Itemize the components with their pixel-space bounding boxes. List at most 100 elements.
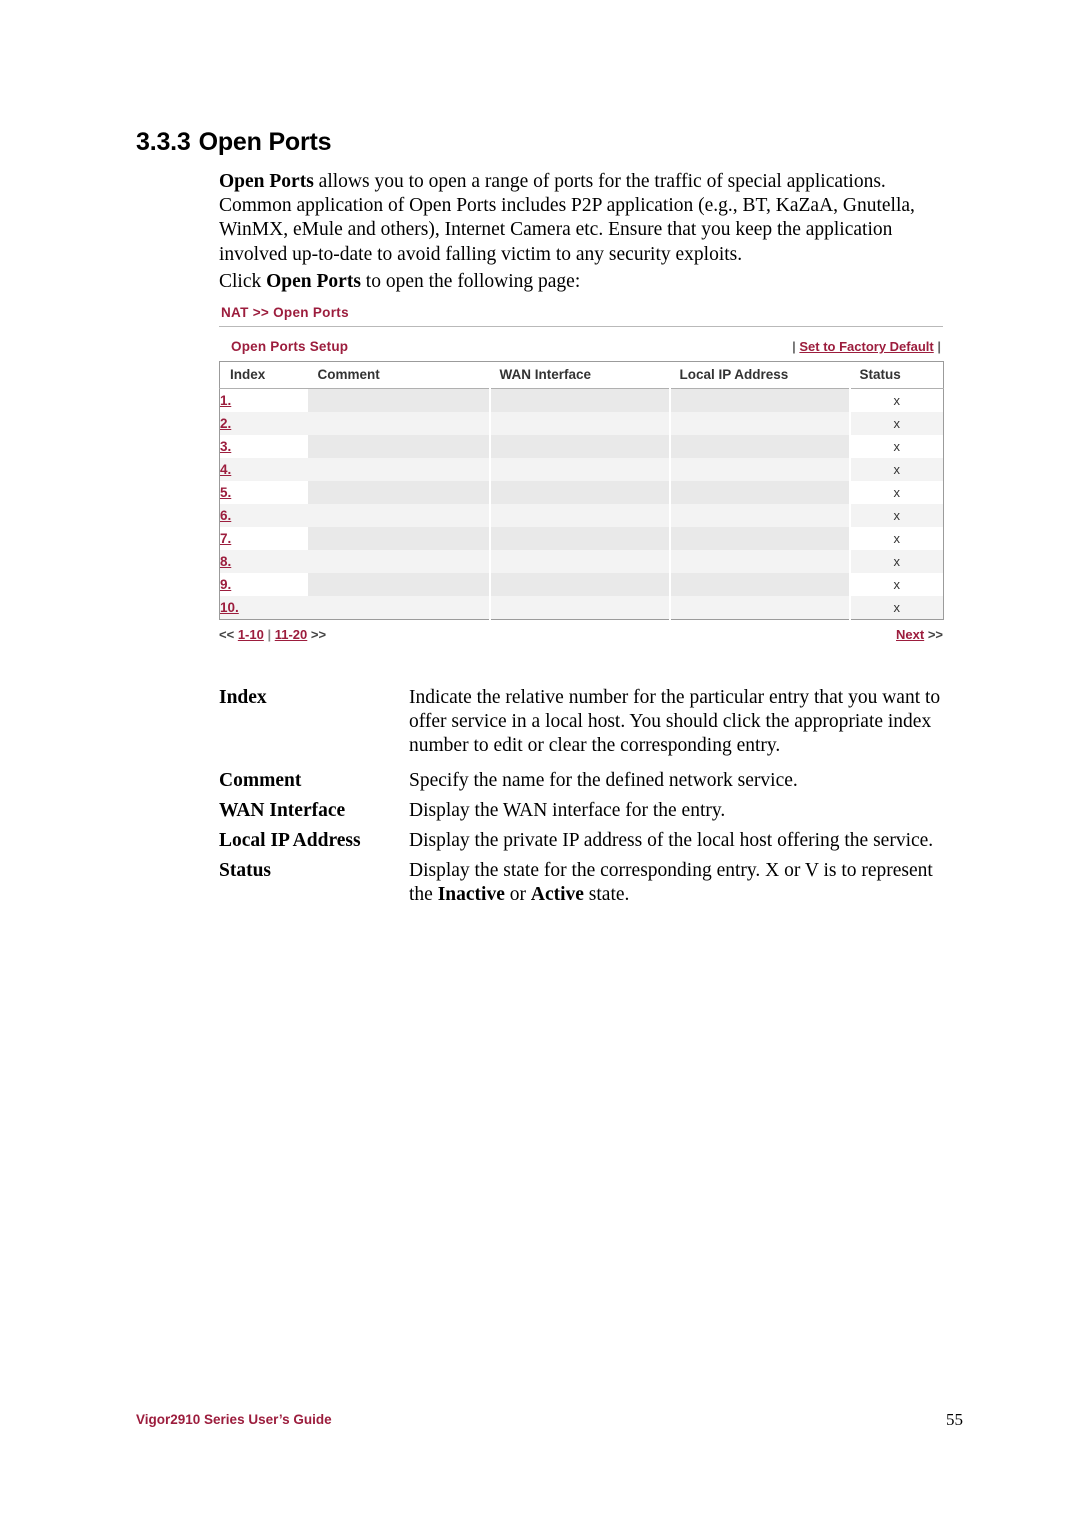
definition-term: Index — [219, 687, 267, 708]
row-index-cell[interactable]: 2. — [219, 412, 308, 435]
status-cell: x — [849, 481, 944, 504]
definition-term: Status — [219, 860, 272, 882]
table-header-row: Index Comment WAN Interface Local IP Add… — [219, 361, 944, 389]
index-link[interactable]: 7. — [220, 531, 231, 546]
comment-cell — [307, 573, 491, 596]
panel-title: Open Ports Setup — [231, 339, 349, 354]
column-header-index: Index — [219, 361, 308, 389]
row-index-cell[interactable]: 1. — [219, 388, 308, 412]
row-index-cell[interactable]: 3. — [219, 435, 308, 458]
section-number: 3.3.3 — [136, 128, 191, 156]
section-heading: 3.3.3 Open Ports — [136, 128, 332, 157]
panel-header: Open Ports Setup | Set to Factory Defaul… — [219, 339, 943, 354]
table-body: 1. x 2. x 3. x 4. x 5. x 6. x 7. x 8. x … — [219, 388, 944, 620]
prev-marks: << — [219, 627, 235, 642]
wan-interface-cell — [489, 458, 671, 481]
definition-row-wan-interface: WAN Interface Display the WAN interface … — [219, 799, 959, 823]
table-row: 9. x — [219, 573, 944, 596]
index-link[interactable]: 8. — [220, 554, 231, 569]
definition-term: Comment — [219, 769, 302, 791]
footer-page-number: 55 — [946, 1410, 963, 1429]
page-link-11-20[interactable]: 11-20 — [275, 627, 308, 642]
definition-row-index: Index Indicate the relative number for t… — [219, 686, 959, 759]
definition-term: WAN Interface — [219, 799, 346, 821]
field-definitions: Index Indicate the relative number for t… — [219, 686, 959, 918]
status-desc-bold-active: Active — [530, 884, 584, 906]
index-link[interactable]: 6. — [220, 508, 231, 523]
row-index-cell[interactable]: 9. — [219, 573, 308, 596]
definition-description: Display the WAN interface for the entry. — [409, 799, 726, 821]
definition-description: Indicate the relative number for the par… — [409, 687, 941, 757]
row-index-cell[interactable]: 5. — [219, 481, 308, 504]
local-ip-cell — [669, 573, 851, 596]
click-bold: Open Ports — [266, 271, 361, 292]
status-desc-mid: or — [504, 884, 531, 906]
wan-interface-cell — [489, 596, 671, 620]
local-ip-cell — [669, 388, 851, 412]
wan-interface-cell — [489, 550, 671, 573]
comment-cell — [307, 550, 491, 573]
document-page: 3.3.3 Open Ports Open Ports allows you to… — [0, 0, 1080, 1528]
definition-row-comment: Comment Specify the name for the defined… — [219, 769, 959, 793]
intro-body: allows you to open a range of ports for … — [219, 171, 915, 265]
local-ip-cell — [669, 481, 851, 504]
comment-cell — [307, 435, 491, 458]
local-ip-cell — [669, 527, 851, 550]
wan-interface-cell — [489, 388, 671, 412]
column-header-local-ip-address: Local IP Address — [669, 361, 850, 389]
definition-row-local-ip-address: Local IP Address Display the private IP … — [219, 829, 959, 853]
index-link[interactable]: 4. — [220, 462, 231, 477]
definition-term: Local IP Address — [219, 830, 361, 852]
table-row: 10. x — [219, 596, 944, 620]
row-index-cell[interactable]: 8. — [219, 550, 308, 573]
status-cell: x — [849, 596, 944, 620]
table-row: 3. x — [219, 435, 944, 458]
table-row: 4. x — [219, 458, 944, 481]
status-cell: x — [849, 573, 944, 596]
wan-interface-cell — [489, 435, 671, 458]
row-index-cell[interactable]: 4. — [219, 458, 308, 481]
wan-interface-cell — [489, 481, 671, 504]
local-ip-cell — [669, 596, 851, 620]
intro-paragraph: Open Ports allows you to open a range of… — [219, 170, 959, 267]
comment-cell — [307, 596, 491, 620]
index-link[interactable]: 5. — [220, 485, 231, 500]
local-ip-cell — [669, 458, 851, 481]
index-link[interactable]: 1. — [220, 393, 231, 408]
status-cell: x — [849, 504, 944, 527]
definition-description: Specify the name for the defined network… — [409, 769, 798, 791]
wan-interface-cell — [489, 573, 671, 596]
set-factory-default-group: | Set to Factory Default | — [792, 339, 943, 354]
local-ip-cell — [669, 412, 851, 435]
index-link[interactable]: 9. — [220, 577, 231, 592]
click-instruction: Click Open Ports to open the following p… — [219, 270, 580, 294]
status-cell: x — [849, 435, 944, 458]
row-index-cell[interactable]: 6. — [219, 504, 308, 527]
row-index-cell[interactable]: 10. — [219, 596, 308, 620]
click-suffix: to open the following page: — [360, 271, 581, 292]
column-header-wan-interface: WAN Interface — [489, 361, 670, 389]
comment-cell — [307, 481, 491, 504]
next-marks: >> — [310, 627, 327, 642]
index-link[interactable]: 10. — [220, 600, 239, 615]
bar-right: | — [937, 339, 941, 354]
click-prefix: Click — [219, 271, 267, 292]
pagination-right: Next >> — [896, 627, 943, 642]
comment-cell — [307, 527, 491, 550]
wan-interface-cell — [489, 412, 671, 435]
open-ports-table: Index Comment WAN Interface Local IP Add… — [219, 361, 944, 620]
comment-cell — [307, 388, 491, 412]
status-desc-bold-inactive: Inactive — [437, 884, 505, 906]
index-link[interactable]: 2. — [220, 416, 231, 431]
index-link[interactable]: 3. — [220, 439, 231, 454]
next-page-link[interactable]: Next — [896, 627, 924, 642]
page-link-1-10[interactable]: 1-10 — [238, 627, 264, 642]
status-desc-part2: state. — [583, 884, 630, 906]
local-ip-cell — [669, 550, 851, 573]
row-index-cell[interactable]: 7. — [219, 527, 308, 550]
set-to-factory-default-link[interactable]: Set to Factory Default — [799, 339, 933, 354]
table-row: 7. x — [219, 527, 944, 550]
comment-cell — [307, 504, 491, 527]
router-ui-screenshot: NAT >> Open Ports Open Ports Setup | Set… — [219, 305, 944, 642]
definition-description: Display the state for the corresponding … — [409, 859, 959, 907]
